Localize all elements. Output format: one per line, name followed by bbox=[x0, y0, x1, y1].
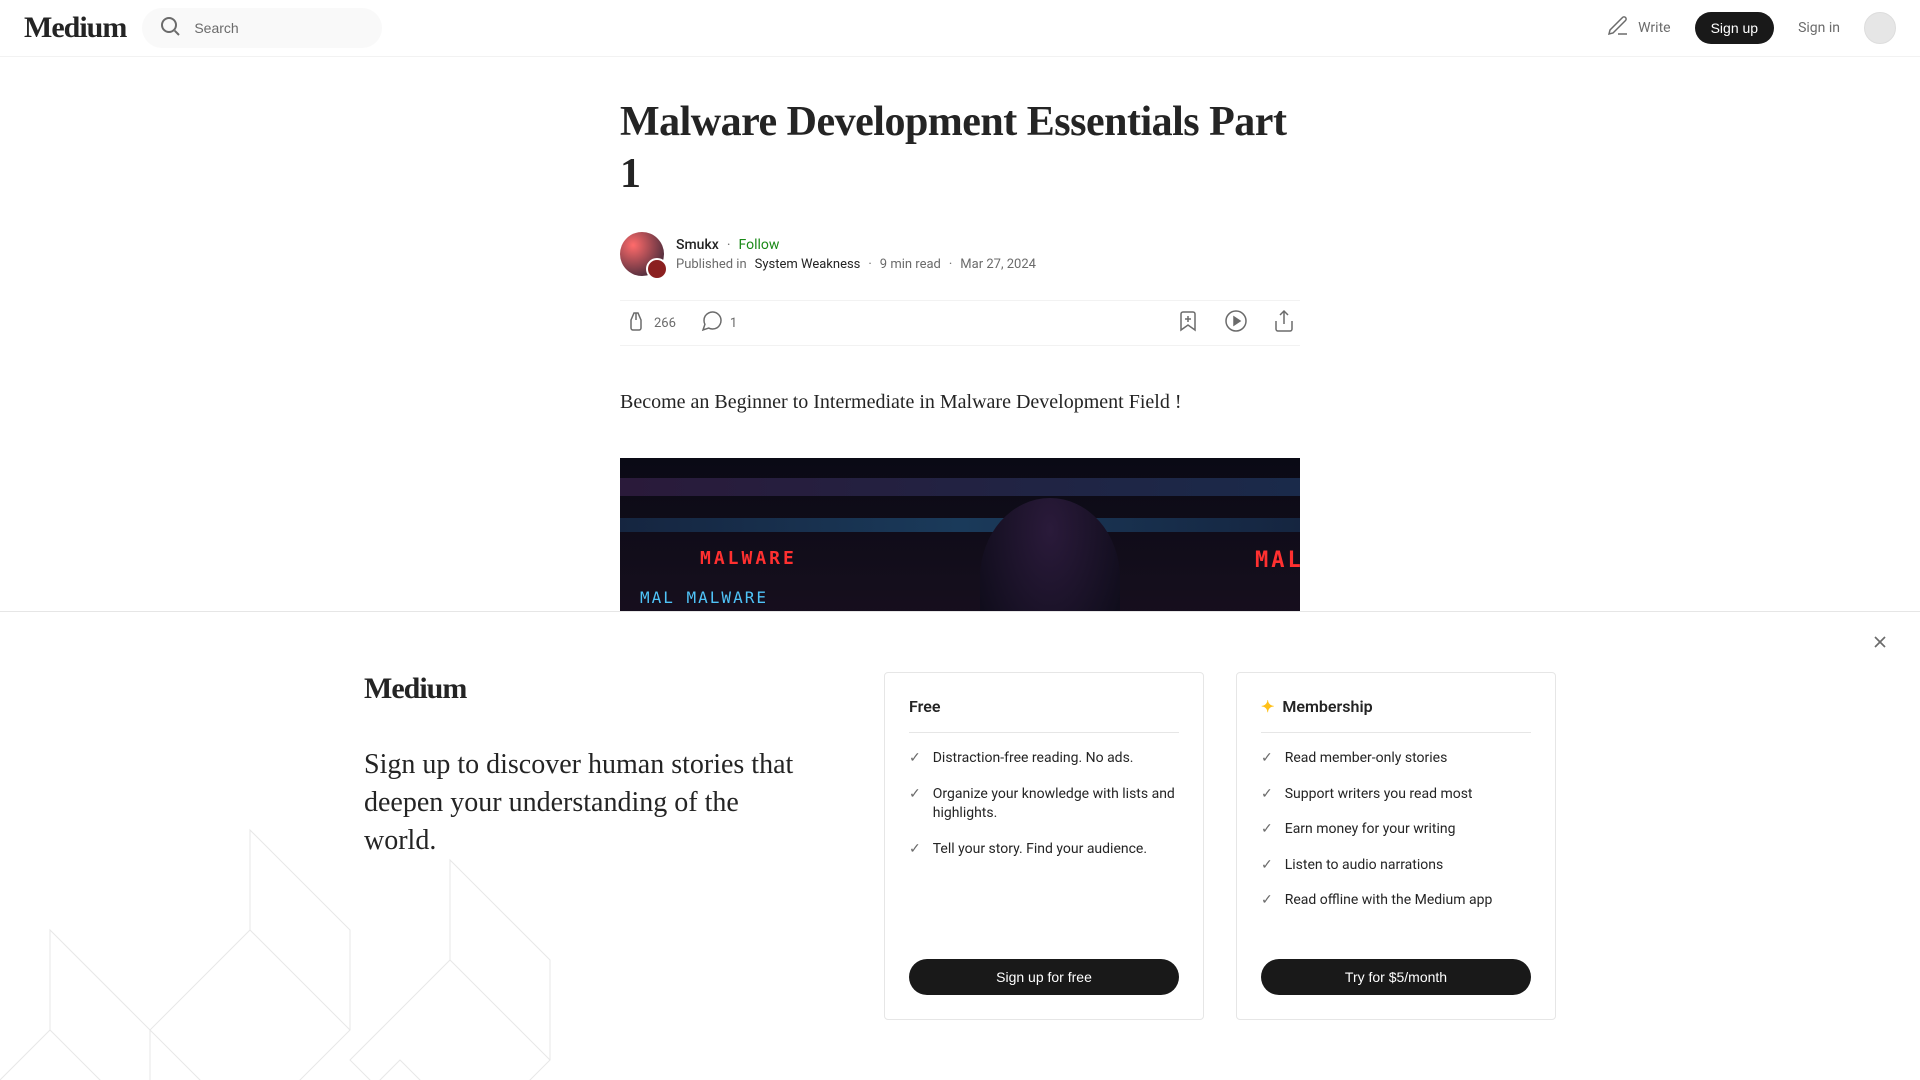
responses-count: 1 bbox=[730, 316, 737, 331]
free-plan-card: Free ✓ Distraction-free reading. No ads. … bbox=[884, 672, 1204, 1020]
feature-text: Tell your story. Find your audience. bbox=[933, 840, 1147, 860]
hero-text-malware: MALWARE bbox=[700, 548, 797, 569]
membership-features-list: ✓ Read member-only stories ✓ Support write… bbox=[1261, 749, 1531, 911]
list-item: ✓ Listen to audio narrations bbox=[1261, 856, 1531, 876]
search-icon bbox=[158, 14, 182, 42]
clap-count: 266 bbox=[654, 316, 676, 331]
write-link[interactable]: Write bbox=[1606, 14, 1670, 42]
header-right: Write Sign up Sign in bbox=[1606, 12, 1896, 44]
signin-link[interactable]: Sign in bbox=[1798, 20, 1840, 36]
feature-text: Support writers you read most bbox=[1285, 785, 1473, 805]
check-icon: ✓ bbox=[909, 840, 921, 860]
check-icon: ✓ bbox=[1261, 891, 1273, 911]
responses-button[interactable]: 1 bbox=[700, 309, 737, 337]
list-item: ✓ Read offline with the Medium app bbox=[1261, 891, 1531, 911]
author-name[interactable]: Smukx bbox=[676, 237, 719, 253]
separator-dot: · bbox=[868, 257, 871, 272]
author-line-1: Smukx · Follow bbox=[676, 237, 1036, 253]
check-icon: ✓ bbox=[909, 785, 921, 824]
free-card-title: Free bbox=[909, 697, 1179, 733]
check-icon: ✓ bbox=[909, 749, 921, 769]
published-in-prefix: Published in bbox=[676, 257, 747, 272]
article: Malware Development Essentials Part 1 Sm… bbox=[620, 57, 1300, 658]
list-item: ✓ Distraction-free reading. No ads. bbox=[909, 749, 1179, 769]
promo-left: Medium Sign up to discover human stories… bbox=[364, 672, 804, 859]
follow-link[interactable]: Follow bbox=[738, 237, 779, 253]
free-features-list: ✓ Distraction-free reading. No ads. ✓ Orga… bbox=[909, 749, 1179, 911]
feature-text: Organize your knowledge with lists and h… bbox=[933, 785, 1179, 824]
hero-text-malware-crop: MALW bbox=[1255, 548, 1300, 573]
list-item: ✓ Support writers you read most bbox=[1261, 785, 1531, 805]
publication-avatar[interactable] bbox=[646, 258, 668, 280]
medium-logo[interactable]: Medium bbox=[24, 11, 126, 45]
publication-name[interactable]: System Weakness bbox=[755, 257, 861, 272]
feature-text: Distraction-free reading. No ads. bbox=[933, 749, 1134, 769]
signup-button[interactable]: Sign up bbox=[1695, 12, 1774, 44]
author-meta: Smukx · Follow Published in System Weakn… bbox=[676, 237, 1036, 272]
listen-button[interactable] bbox=[1224, 309, 1248, 337]
membership-card-title: ✦ Membership bbox=[1261, 697, 1531, 733]
feature-text: Read member-only stories bbox=[1285, 749, 1448, 769]
bookmark-button[interactable] bbox=[1176, 309, 1200, 337]
list-item: ✓ Read member-only stories bbox=[1261, 749, 1531, 769]
action-bar: 266 1 bbox=[620, 300, 1300, 346]
promo-cards: Free ✓ Distraction-free reading. No ads. … bbox=[884, 672, 1556, 1020]
clap-button[interactable]: 266 bbox=[624, 309, 676, 337]
separator-dot: · bbox=[949, 257, 952, 272]
user-avatar[interactable] bbox=[1864, 12, 1896, 44]
clap-icon bbox=[624, 309, 648, 337]
promo-medium-logo: Medium bbox=[364, 672, 804, 706]
try-membership-button[interactable]: Try for $5/month bbox=[1261, 959, 1531, 995]
star-icon: ✦ bbox=[1261, 697, 1274, 716]
separator-dot: · bbox=[727, 237, 731, 253]
article-intro: Become an Beginner to Intermediate in Ma… bbox=[620, 386, 1300, 418]
author-avatar-group[interactable] bbox=[620, 232, 664, 276]
check-icon: ✓ bbox=[1261, 749, 1273, 769]
promo-tagline: Sign up to discover human stories that d… bbox=[364, 746, 804, 859]
check-icon: ✓ bbox=[1261, 785, 1273, 805]
search-input[interactable] bbox=[194, 20, 366, 36]
action-bar-left: 266 1 bbox=[624, 309, 737, 337]
header-left: Medium bbox=[24, 8, 382, 48]
feature-text: Listen to audio narrations bbox=[1285, 856, 1443, 876]
signup-promo: Medium Sign up to discover human stories… bbox=[0, 611, 1920, 1080]
list-item: ✓ Tell your story. Find your audience. bbox=[909, 840, 1179, 860]
hero-text-sub: MAL MALWARE bbox=[640, 588, 768, 607]
promo-close-button[interactable] bbox=[1870, 632, 1890, 656]
action-bar-right bbox=[1176, 309, 1296, 337]
hero-decoration bbox=[620, 518, 1300, 532]
membership-title-text: Membership bbox=[1282, 697, 1372, 716]
write-label: Write bbox=[1638, 20, 1670, 36]
write-icon bbox=[1606, 14, 1630, 42]
hero-decoration bbox=[620, 478, 1300, 496]
comment-icon bbox=[700, 309, 724, 337]
site-header: Medium Write Sign up Sign in bbox=[0, 0, 1920, 57]
publish-date: Mar 27, 2024 bbox=[960, 257, 1036, 272]
search-box[interactable] bbox=[142, 8, 382, 48]
share-button[interactable] bbox=[1272, 309, 1296, 337]
signup-free-button[interactable]: Sign up for free bbox=[909, 959, 1179, 995]
membership-plan-card: ✦ Membership ✓ Read member-only stories ✓… bbox=[1236, 672, 1556, 1020]
list-item: ✓ Earn money for your writing bbox=[1261, 820, 1531, 840]
check-icon: ✓ bbox=[1261, 820, 1273, 840]
article-title: Malware Development Essentials Part 1 bbox=[620, 97, 1300, 200]
check-icon: ✓ bbox=[1261, 856, 1273, 876]
author-row: Smukx · Follow Published in System Weakn… bbox=[620, 232, 1300, 276]
promo-content: Medium Sign up to discover human stories… bbox=[364, 672, 1556, 1020]
read-time: 9 min read bbox=[880, 257, 941, 272]
feature-text: Read offline with the Medium app bbox=[1285, 891, 1493, 911]
author-line-2: Published in System Weakness · 9 min rea… bbox=[676, 257, 1036, 272]
list-item: ✓ Organize your knowledge with lists and … bbox=[909, 785, 1179, 824]
feature-text: Earn money for your writing bbox=[1285, 820, 1456, 840]
